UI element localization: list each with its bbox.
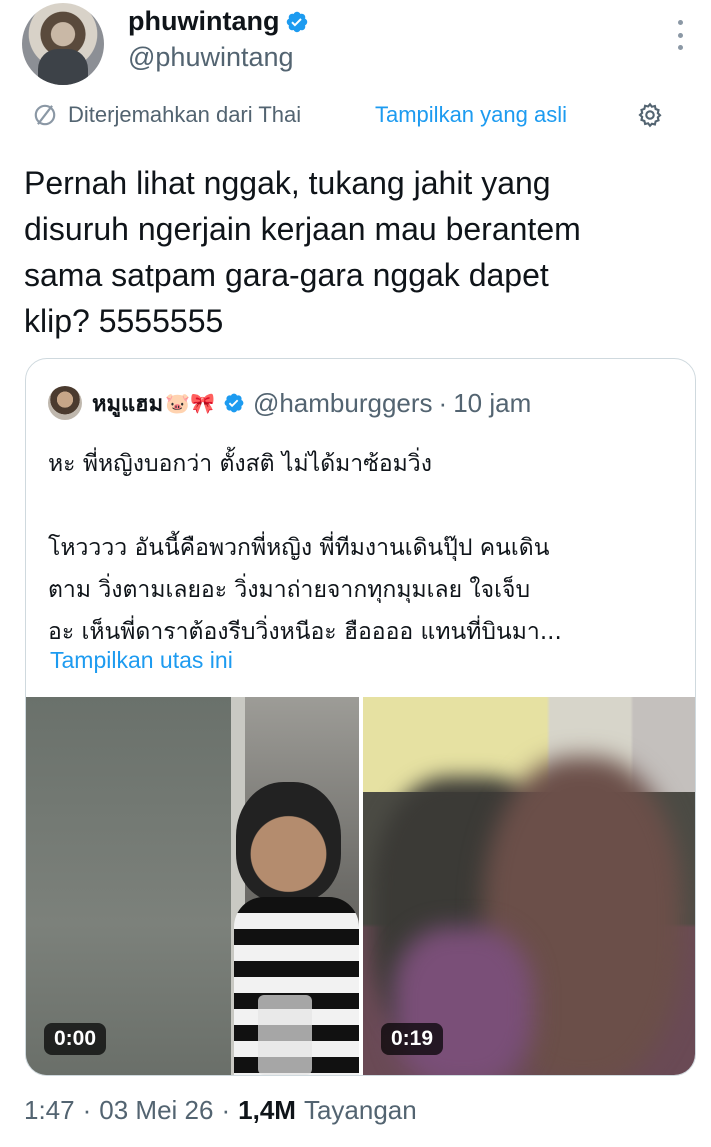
quoted-tweet[interactable]: หมูแฮม 🐷🎀 @hamburggers · 10 jam หะ พี่หญ… [25, 358, 696, 1076]
author-handle[interactable]: @phuwintang [128, 42, 294, 73]
video-1-wall [26, 697, 231, 1075]
translated-from-label: Diterjemahkan dari Thai [68, 102, 302, 127]
views-count: 1,4M [238, 1094, 296, 1125]
quoted-author-handle: @hamburggers [252, 387, 433, 418]
dot-separator: · [82, 1094, 92, 1125]
verified-badge-icon [287, 11, 308, 32]
post-time[interactable]: 1:47 [24, 1095, 75, 1126]
video-thumbnail-2[interactable]: 0:19 [363, 697, 695, 1075]
tweet-text: Pernah lihat nggak, tukang jahit yang di… [24, 165, 581, 339]
quoted-author-emoji: 🐷🎀 [165, 391, 215, 415]
show-thread-link[interactable]: Tampilkan utas ini [50, 647, 233, 674]
quoted-tweet-text: หะ พี่หญิงบอกว่า ตั้งสติ ไม่ได้มาซ้อมวิ่… [48, 451, 562, 645]
tweet-header: phuwintang @phuwintang [0, 0, 711, 90]
gear-icon[interactable] [636, 101, 664, 129]
verified-badge-icon [224, 393, 244, 413]
video-1-person-head [236, 782, 341, 902]
author-avatar[interactable] [22, 3, 104, 85]
post-date[interactable]: 03 Mei 26 [99, 1095, 213, 1126]
translation-bar: Diterjemahkan dari Thai Tampilkan yang a… [32, 98, 682, 132]
dot-separator: · [438, 387, 448, 418]
more-options-icon[interactable] [672, 20, 688, 50]
quoted-tweet-time: 10 jam [453, 387, 532, 418]
author-name-row: phuwintang [128, 6, 309, 37]
video-1-cup [258, 995, 312, 1075]
tweet-footer: 1:47 · 03 Mei 26 · 1,4M Tayangan [24, 1092, 417, 1128]
author-display-name[interactable]: phuwintang [128, 6, 279, 37]
dot-separator: · [221, 1094, 231, 1125]
quoted-tweet-header: หมูแฮม 🐷🎀 @hamburggers · 10 jam [48, 385, 531, 421]
video-thumbnail-1[interactable]: 0:00 [26, 697, 359, 1075]
video-duration-badge: 0:19 [381, 1023, 444, 1055]
quoted-author-avatar [48, 386, 82, 420]
show-original-link[interactable]: Tampilkan yang asli [375, 102, 567, 128]
quoted-author-display-name: หมูแฮม [92, 391, 164, 417]
video-duration-badge: 0:00 [44, 1023, 107, 1055]
views-label: Tayangan [303, 1094, 417, 1125]
translate-slash-icon [34, 104, 56, 126]
